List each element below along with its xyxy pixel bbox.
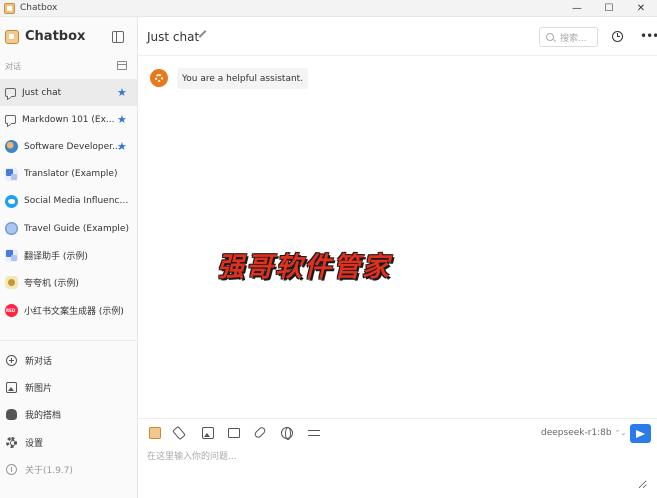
info-icon (6, 463, 17, 475)
eraser-icon[interactable] (172, 425, 186, 441)
star-icon[interactable]: ★ (117, 114, 127, 125)
system-avatar (150, 69, 168, 87)
conversation-label: 小红书文案生成器 (示例) (24, 306, 124, 317)
star-icon[interactable]: ★ (117, 141, 127, 152)
travel-avatar-icon (5, 222, 18, 236)
history-icon[interactable] (612, 31, 623, 42)
search-icon (546, 33, 554, 41)
settings-button[interactable]: 设置 (0, 429, 137, 456)
conversation-item[interactable]: Translator (Example) (0, 161, 137, 188)
translator-avatar-icon (5, 167, 18, 181)
chatbox-logo-icon (5, 29, 19, 44)
conversation-list: Just chat ★ Markdown 101 (Ex... ★ Softwa… (0, 79, 137, 324)
sidebar-divider (0, 340, 137, 341)
redbook-avatar-icon (5, 303, 18, 317)
minimize-icon[interactable]: — (561, 0, 593, 17)
my-partners-button[interactable]: 我的搭档 (0, 401, 137, 428)
conversation-label: 翻译助手 (示例) (24, 252, 88, 263)
image-icon (6, 382, 17, 394)
conversation-item[interactable]: 夸夸机 (示例) (0, 269, 137, 296)
brand-name: Chatbox (25, 29, 86, 44)
conversation-label: Travel Guide (Example) (24, 223, 129, 234)
sidebar-menu: 新对话 新图片 我的搭档 设置 关于(1.9.7) (0, 347, 137, 483)
conversation-label: Markdown 101 (Ex... (22, 114, 115, 125)
window-titlebar: Chatbox — ☐ ✕ (0, 0, 657, 17)
section-label: 对话 (5, 62, 21, 71)
send-icon (636, 429, 645, 438)
bot-avatar-icon (5, 276, 18, 290)
archive-icon[interactable] (117, 61, 127, 70)
chat-title: Just chat (147, 30, 200, 44)
composer: deepseek-r1:8b ⌃⌄ (138, 418, 657, 498)
conversation-label: Just chat (22, 87, 62, 98)
chat-main: Just chat 搜索... ••• You are a helpful as… (138, 17, 657, 498)
conversation-label: Social Media Influencer (... (24, 196, 132, 207)
folder-icon[interactable] (228, 428, 240, 438)
chevron-updown-icon: ⌃⌄ (614, 429, 627, 437)
chatbox-logo-icon[interactable] (149, 427, 161, 439)
window-controls: — ☐ ✕ (561, 0, 657, 17)
sidebar: Chatbox 对话 Just chat ★ Markdown 101 (Ex.… (0, 17, 138, 498)
conversation-item[interactable]: Just chat ★ (0, 79, 137, 107)
send-button[interactable] (630, 424, 651, 443)
menu-label: 我的搭档 (25, 411, 62, 422)
message-input[interactable] (147, 449, 647, 489)
model-name: deepseek-r1:8b (541, 428, 612, 438)
gear-icon (6, 436, 17, 448)
sliders-icon[interactable] (308, 427, 320, 439)
maximize-icon[interactable]: ☐ (593, 0, 625, 17)
menu-label: 设置 (25, 438, 44, 449)
search-placeholder: 搜索... (560, 33, 587, 44)
chat-icon (5, 88, 16, 98)
menu-label: 关于(1.9.7) (25, 465, 73, 476)
collapse-sidebar-icon[interactable] (112, 31, 124, 43)
brand: Chatbox (5, 29, 85, 44)
conversation-item[interactable]: Software Developer... ★ (0, 133, 137, 160)
watermark: 强哥软件管家 (217, 252, 391, 283)
globe-icon[interactable] (281, 427, 293, 440)
conversation-item[interactable]: 翻译助手 (示例) (0, 242, 137, 269)
link-icon[interactable] (253, 425, 267, 440)
new-image-button[interactable]: 新图片 (0, 374, 137, 401)
chat-header: Just chat 搜索... ••• (138, 17, 657, 56)
edit-icon[interactable] (198, 30, 207, 38)
conversation-label: Translator (Example) (24, 169, 118, 180)
close-icon[interactable]: ✕ (625, 0, 657, 17)
twitter-avatar-icon (5, 194, 18, 208)
about-button[interactable]: 关于(1.9.7) (0, 456, 137, 483)
conversation-item[interactable]: Travel Guide (Example) (0, 215, 137, 242)
menu-label: 新图片 (25, 384, 53, 395)
new-chat-button[interactable]: 新对话 (0, 347, 137, 374)
search-input[interactable]: 搜索... (539, 27, 598, 47)
star-icon[interactable]: ★ (117, 87, 127, 98)
image-icon[interactable] (202, 427, 214, 439)
translator-avatar-icon (5, 249, 18, 263)
conversation-label: 夸夸机 (示例) (24, 279, 79, 290)
conversation-item[interactable]: Markdown 101 (Ex... ★ (0, 106, 137, 133)
gear-icon (155, 74, 163, 82)
model-select[interactable]: deepseek-r1:8b ⌃⌄ (541, 428, 626, 438)
conversation-item[interactable]: 小红书文案生成器 (示例) (0, 297, 137, 324)
chat-icon (5, 115, 16, 125)
window-title: Chatbox (20, 3, 58, 13)
app-logo-icon (4, 2, 15, 14)
conversation-label: Software Developer... (24, 141, 121, 152)
conversation-item[interactable]: Social Media Influencer (... (0, 188, 137, 215)
menu-label: 新对话 (25, 357, 53, 368)
partner-icon (6, 409, 17, 421)
developer-avatar-icon (5, 140, 18, 154)
system-message: You are a helpful assistant. (177, 68, 309, 89)
more-icon[interactable]: ••• (640, 30, 657, 42)
plus-circle-icon (6, 355, 17, 367)
